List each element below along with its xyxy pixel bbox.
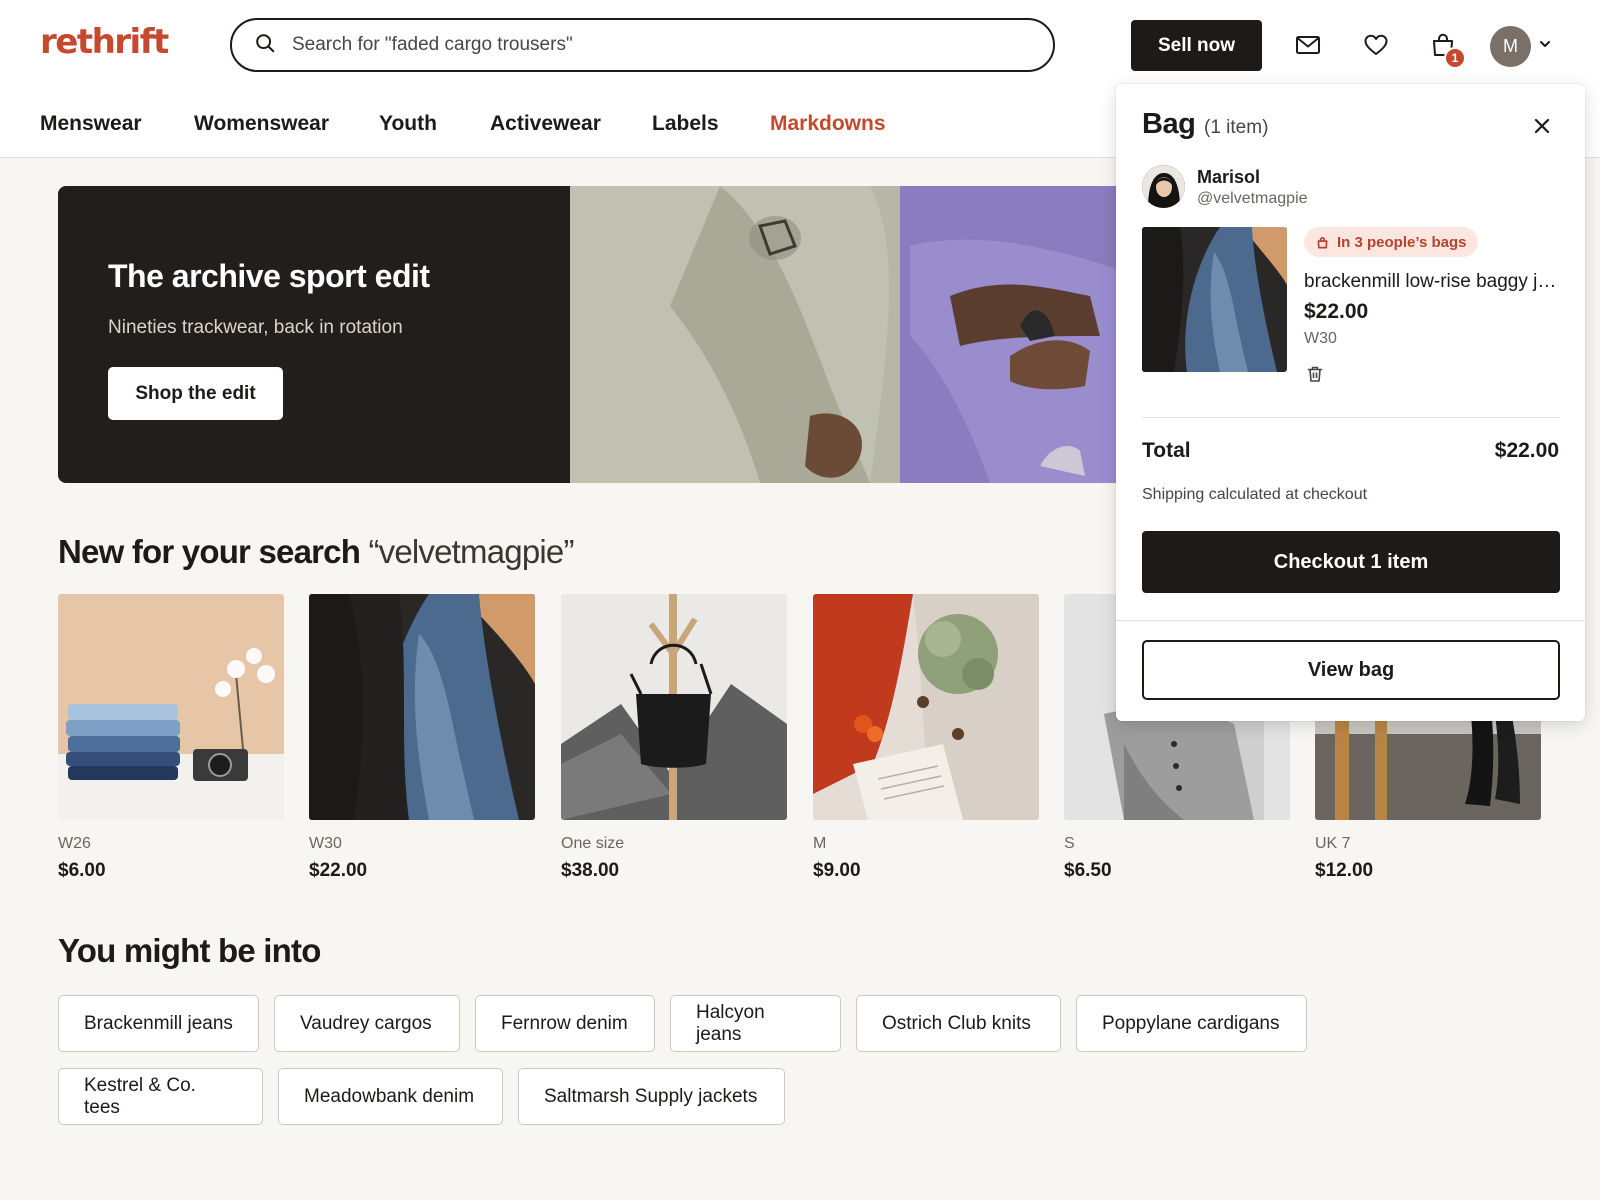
chevron-down-icon — [1531, 37, 1552, 56]
nav-item-labels[interactable]: Labels — [652, 112, 719, 136]
chip-vaudrey-cargos[interactable]: Vaudrey cargos — [274, 995, 460, 1052]
total-value: $22.00 — [1494, 439, 1559, 462]
chip-ostrich-club-knits[interactable]: Ostrich Club knits — [856, 995, 1061, 1052]
search-icon — [254, 32, 276, 59]
seller-avatar[interactable] — [1142, 165, 1185, 208]
sell-now-button[interactable]: Sell now — [1131, 20, 1262, 71]
bag-item-image[interactable] — [1142, 227, 1287, 372]
product-price: $6.50 — [1064, 860, 1112, 881]
shop-the-edit-button[interactable]: Shop the edit — [108, 367, 283, 420]
new-section-query: “velvetmagpie” — [368, 533, 574, 570]
close-icon[interactable] — [1530, 114, 1554, 138]
seller-handle: @velvetmagpie — [1197, 190, 1308, 207]
product-size: W30 — [309, 835, 342, 852]
heart-icon[interactable] — [1361, 30, 1391, 60]
bag-small-icon — [1317, 236, 1328, 248]
nav-item-markdowns[interactable]: Markdowns — [770, 112, 886, 136]
avatar: M — [1490, 25, 1531, 67]
bag-item-title[interactable]: brackenmill low-rise baggy jeans — [1304, 271, 1562, 293]
shopping-bag-icon[interactable]: 1 — [1428, 30, 1466, 69]
chip-saltmarsh-supply-jackets[interactable]: Saltmarsh Supply jackets — [518, 1068, 785, 1125]
chip-poppylane-cardigans[interactable]: Poppylane cardigans — [1076, 995, 1307, 1052]
bag-count-badge: 1 — [1444, 47, 1466, 69]
new-for-search-heading: New for your search “velvetmagpie” — [58, 533, 574, 571]
bag-item-price: $22.00 — [1304, 300, 1369, 323]
product-image[interactable] — [58, 594, 284, 820]
view-bag-button[interactable]: View bag — [1142, 640, 1560, 700]
chip-brackenmill-jeans[interactable]: Brackenmill jeans — [58, 995, 259, 1052]
seller-name[interactable]: Marisol — [1197, 167, 1260, 188]
chip-fernrow-denim[interactable]: Fernrow denim — [475, 995, 655, 1052]
product-price: $6.00 — [58, 860, 106, 881]
nav-item-activewear[interactable]: Activewear — [490, 112, 601, 136]
chip-halcyon-jeans[interactable]: Halcyon jeans — [670, 995, 841, 1052]
bag-item-size: W30 — [1304, 330, 1337, 347]
chip-kestrel-co-tees[interactable]: Kestrel & Co. tees — [58, 1068, 263, 1125]
product-price: $12.00 — [1315, 860, 1374, 881]
recommendations-heading: You might be into — [58, 932, 321, 969]
nav-item-menswear[interactable]: Menswear — [40, 112, 142, 136]
checkout-button[interactable]: Checkout 1 item — [1142, 531, 1560, 593]
bag-title: Bag — [1142, 108, 1196, 140]
account-menu[interactable]: M — [1490, 25, 1552, 67]
product-card[interactable]: M $9.00 — [813, 594, 1039, 882]
product-size: One size — [561, 835, 625, 852]
demand-badge-label: In 3 people’s bags — [1337, 233, 1467, 251]
divider — [1142, 417, 1560, 418]
hero-subtitle: Nineties trackwear, back in rotation — [108, 317, 403, 338]
product-image[interactable] — [309, 594, 535, 820]
new-section-title: New for your search — [58, 533, 361, 570]
product-price: $38.00 — [561, 860, 620, 881]
brand-logo[interactable]: rethrift — [40, 22, 169, 62]
product-price: $9.00 — [813, 860, 861, 881]
bag-item-count: (1 item) — [1204, 117, 1269, 138]
nav-item-youth[interactable]: Youth — [379, 112, 437, 136]
trash-icon[interactable] — [1306, 365, 1326, 385]
bag-drawer: Bag (1 item) Marisol @velvetmagpie In 3 … — [1116, 84, 1585, 721]
search-input[interactable] — [292, 34, 992, 56]
product-size: S — [1064, 835, 1075, 852]
search-bar[interactable] — [230, 18, 1055, 72]
hero-copy: The archive sport edit Nineties trackwea… — [108, 258, 430, 420]
mail-icon[interactable] — [1293, 30, 1323, 60]
product-size: UK 7 — [1315, 835, 1351, 852]
divider — [1116, 620, 1585, 621]
hero-title: The archive sport edit — [108, 258, 430, 294]
site-header: rethrift Sell now 1 M — [0, 0, 1600, 92]
shipping-note: Shipping calculated at checkout — [1142, 486, 1368, 503]
product-image[interactable] — [561, 594, 787, 820]
product-size: W26 — [58, 835, 91, 852]
total-label: Total — [1142, 439, 1191, 462]
product-price: $22.00 — [309, 860, 368, 881]
product-size: M — [813, 835, 827, 852]
product-card[interactable]: W30 $22.00 — [309, 594, 535, 882]
chip-meadowbank-denim[interactable]: Meadowbank denim — [278, 1068, 503, 1125]
product-image[interactable] — [813, 594, 1039, 820]
product-card[interactable]: W26 $6.00 — [58, 594, 284, 882]
nav-item-womenswear[interactable]: Womenswear — [194, 112, 329, 136]
demand-badge: In 3 people’s bags — [1304, 227, 1479, 257]
product-card[interactable]: One size $38.00 — [561, 594, 787, 882]
